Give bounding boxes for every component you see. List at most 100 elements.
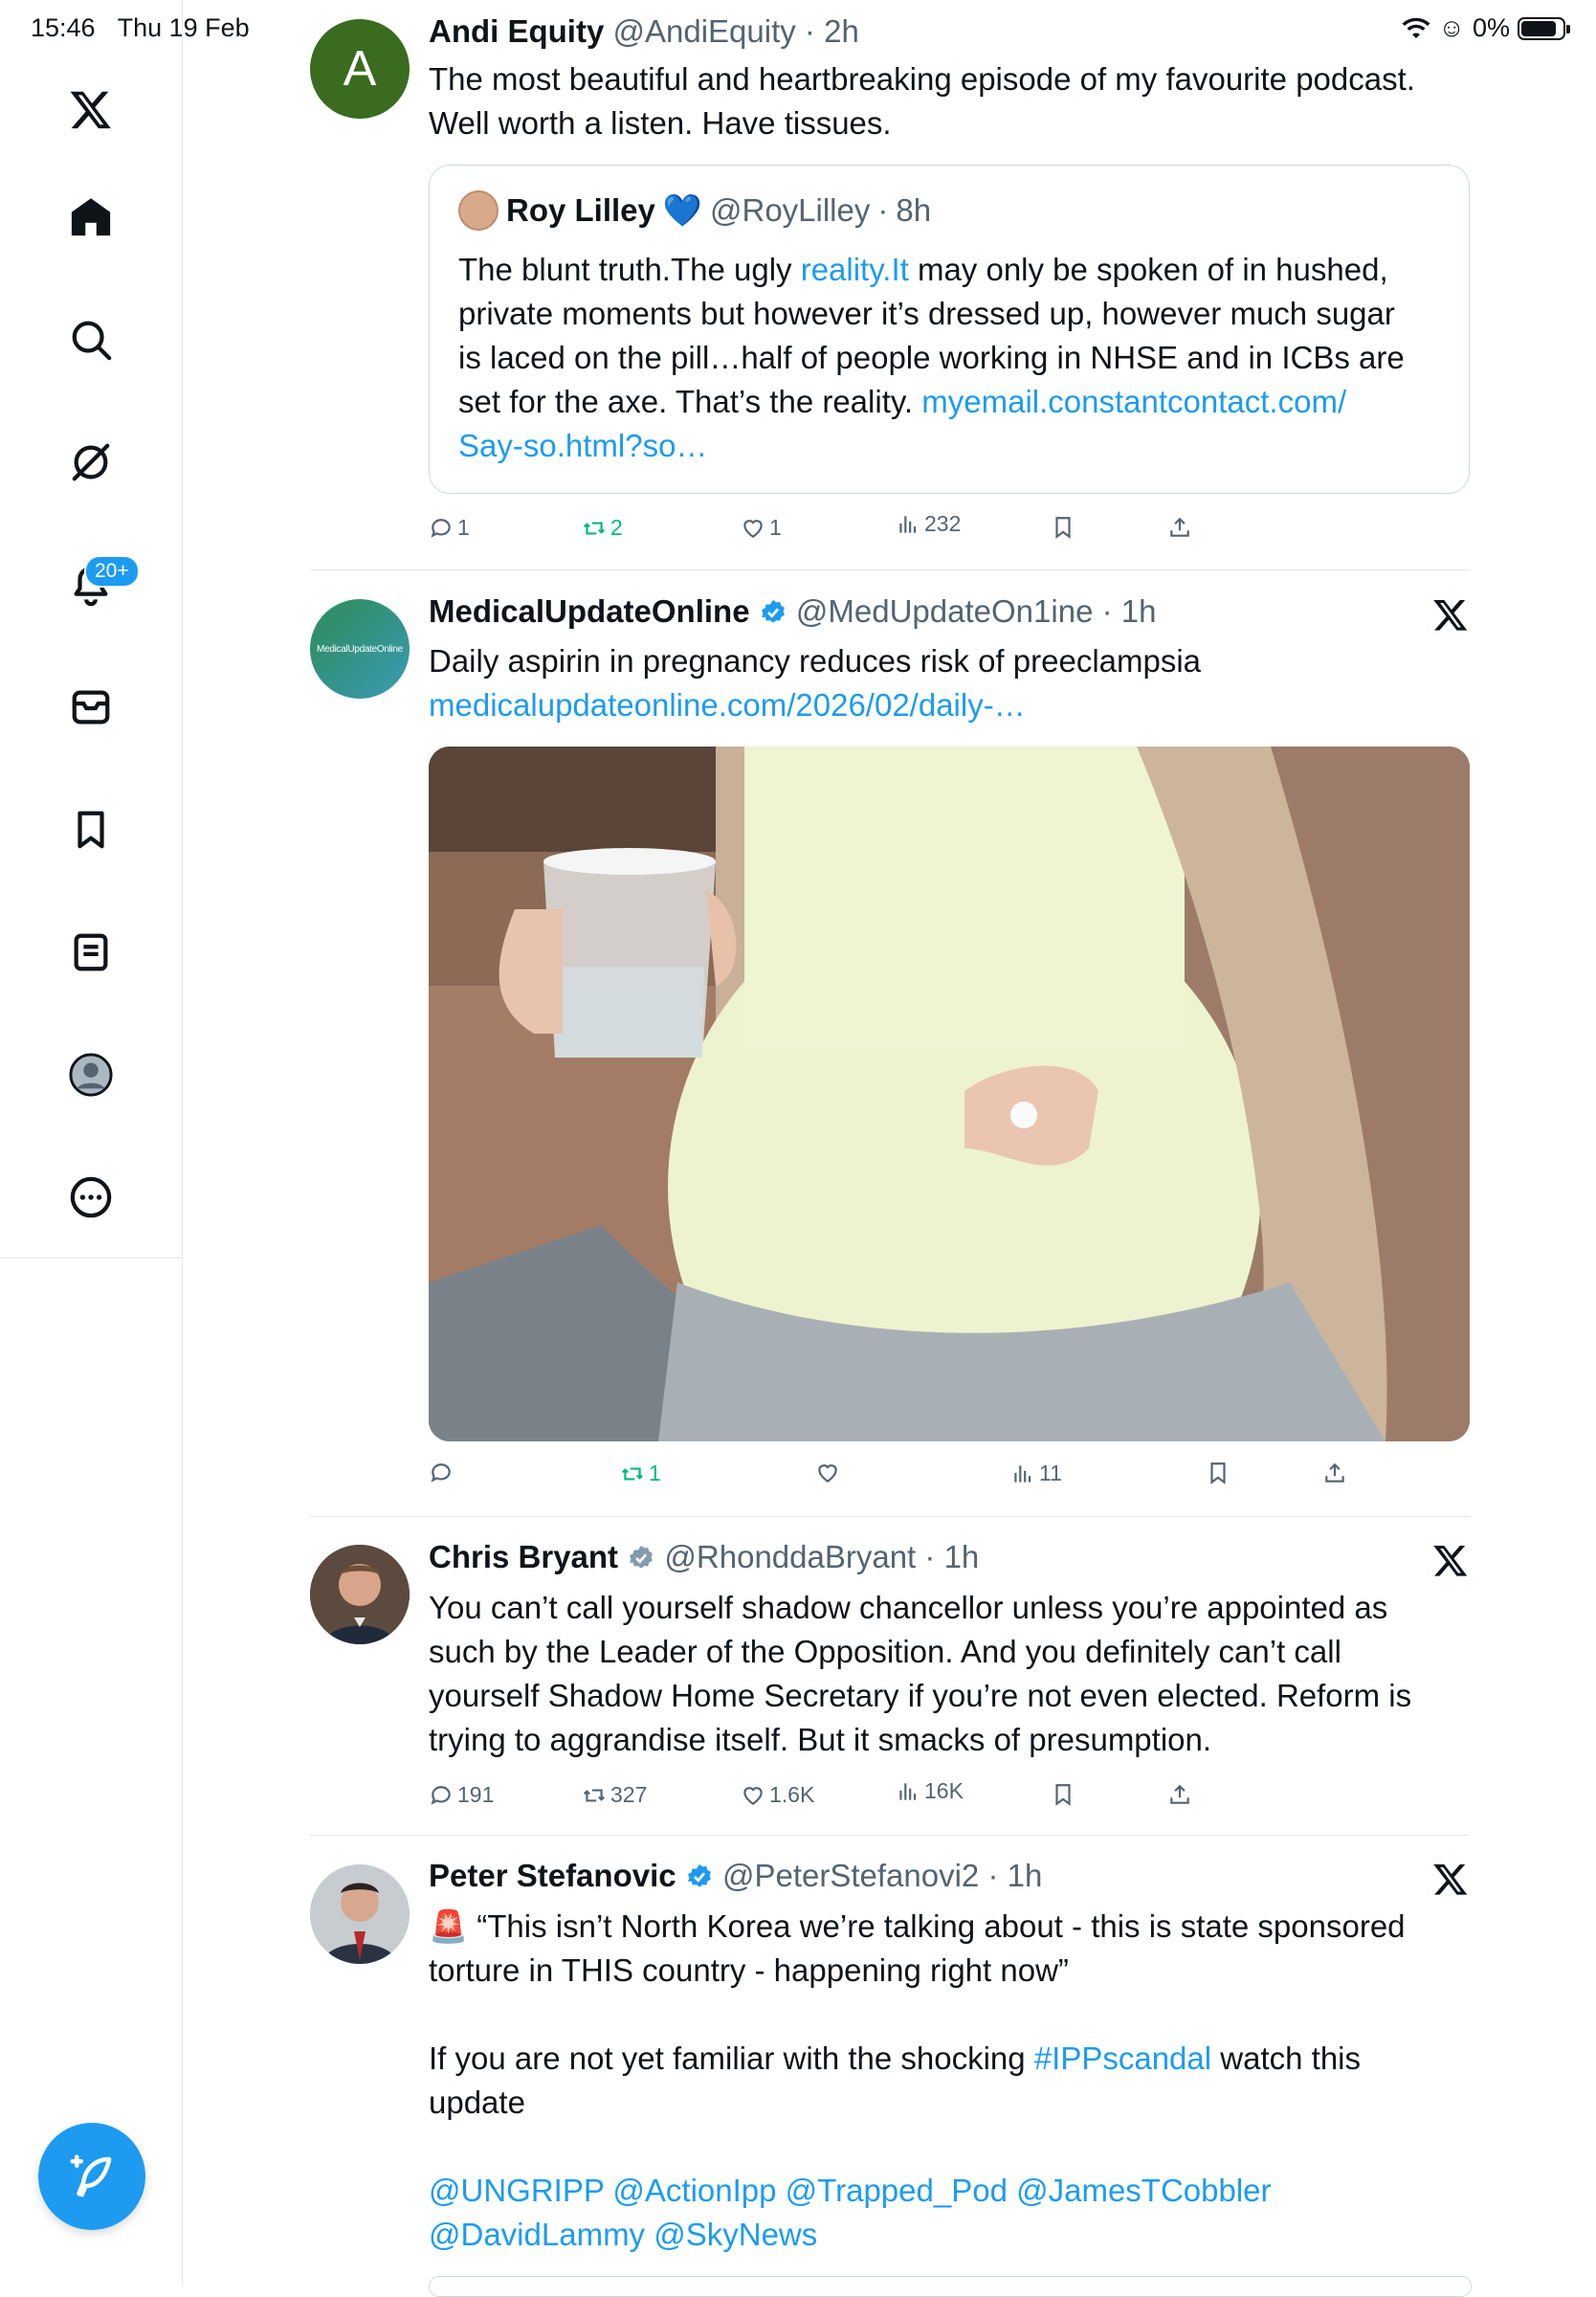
- views-chart-icon: [1014, 1464, 1031, 1483]
- tweet-avatar[interactable]: A: [310, 19, 410, 119]
- lists-icon[interactable]: [60, 922, 122, 983]
- bookmark-button[interactable]: [1206, 1461, 1230, 1485]
- bookmark-button[interactable]: [1051, 515, 1075, 540]
- share-button[interactable]: [1167, 1782, 1192, 1807]
- grok-x-icon[interactable]: [1432, 1861, 1469, 1902]
- tweet-image-pregnant-woman[interactable]: [429, 747, 1470, 1441]
- profile-avatar-icon[interactable]: [60, 1044, 122, 1105]
- search-icon[interactable]: [60, 309, 122, 370]
- tweet-header: Andi Equity @AndiEquity · 2h: [429, 13, 859, 50]
- grok-x-icon[interactable]: [1432, 596, 1469, 637]
- share-button[interactable]: [1167, 515, 1192, 540]
- messages-icon[interactable]: [60, 677, 122, 738]
- mentions-line[interactable]: @UNGRIPP @ActionIpp @Trapped_Pod @JamesT…: [429, 2169, 1406, 2213]
- dot-separator: ·: [916, 1539, 944, 1574]
- author-name[interactable]: MedicalUpdateOnline: [429, 593, 750, 629]
- sidebar: 20+: [0, 0, 183, 2286]
- tweet-embed-card[interactable]: [429, 2276, 1472, 2297]
- like-button[interactable]: 1.6K: [741, 1782, 814, 1808]
- verified-badge-icon: [630, 1545, 654, 1569]
- bookmark-icon: [1055, 1784, 1071, 1806]
- bookmarks-icon[interactable]: [60, 799, 122, 860]
- author-name[interactable]: Chris Bryant: [429, 1539, 618, 1574]
- sidebar-divider: [0, 1258, 183, 1259]
- bookmark-icon: [1210, 1462, 1226, 1484]
- quote-url-link[interactable]: myemail.constantcontact.com/: [921, 384, 1346, 419]
- author-handle[interactable]: @AndiEquity: [613, 13, 796, 49]
- tweet-avatar[interactable]: MedicalUpdateOnline: [310, 599, 410, 699]
- mentions-line[interactable]: @DavidLammy @SkyNews: [429, 2213, 1406, 2257]
- grok-icon[interactable]: [60, 432, 122, 493]
- quote-header: Roy Lilley 💙 @RoyLilley · 8h: [458, 190, 931, 231]
- repost-button[interactable]: 327: [582, 1782, 647, 1808]
- dot-separator: ·: [877, 192, 889, 228]
- like-count: 1.6K: [769, 1782, 815, 1807]
- tweet-text-segment: watch this: [1211, 2041, 1362, 2076]
- like-button[interactable]: [815, 1461, 844, 1485]
- views-button[interactable]: 232: [896, 511, 961, 537]
- author-handle[interactable]: @RhonddaBryant: [664, 1539, 916, 1574]
- tweet-text: You can’t call yourself shadow chancello…: [429, 1586, 1411, 1762]
- bookmark-button[interactable]: [1051, 1782, 1075, 1807]
- focus-icon: ☺: [1438, 13, 1465, 42]
- x-logo-icon[interactable]: [60, 78, 122, 140]
- repost-count: 1: [649, 1461, 661, 1485]
- quoted-tweet[interactable]: Roy Lilley 💙 @RoyLilley · 8h The blunt tru…: [429, 165, 1470, 494]
- views-chart-icon: [899, 515, 917, 533]
- grok-x-icon[interactable]: [1432, 1542, 1469, 1583]
- tweet-actions: 191 327 1.6K 16K: [429, 1778, 1470, 1820]
- avatar-photo: [310, 1545, 410, 1644]
- battery-fill: [1521, 20, 1556, 36]
- reply-count: 1: [457, 515, 470, 540]
- author-name[interactable]: Peter Stefanovic: [429, 1858, 676, 1893]
- tweet-avatar[interactable]: [310, 1545, 410, 1644]
- heart-icon: [743, 1786, 763, 1805]
- author-name[interactable]: Andi Equity: [429, 13, 604, 49]
- more-icon[interactable]: [60, 1167, 122, 1228]
- quote-time: 8h: [896, 192, 932, 228]
- tweet-text-line: Daily aspirin in pregnancy reduces risk …: [429, 643, 1202, 679]
- reply-button[interactable]: 191: [429, 1782, 494, 1808]
- compose-post-button[interactable]: [38, 2123, 145, 2230]
- tweet-time[interactable]: 2h: [824, 13, 859, 49]
- views-button[interactable]: 11: [1010, 1461, 1062, 1486]
- tweet-text-line: such by the Leader of the Opposition. An…: [429, 1634, 1341, 1669]
- repost-count: 2: [610, 515, 623, 540]
- views-count: 232: [924, 511, 962, 536]
- like-button[interactable]: 1: [741, 515, 782, 541]
- tweet-header: Chris Bryant @RhonddaBryant · 1h: [429, 1539, 979, 1575]
- share-button[interactable]: [1322, 1461, 1347, 1485]
- repost-button[interactable]: 2: [582, 515, 623, 541]
- quote-text: The blunt truth.The ugly reality.It may …: [458, 248, 1405, 468]
- tweet-text-line: Well worth a listen. Have tissues.: [429, 105, 892, 141]
- views-button[interactable]: 16K: [896, 1778, 964, 1804]
- reply-button[interactable]: [429, 1461, 457, 1485]
- hashtag-link[interactable]: #IPPscandal: [1034, 2041, 1211, 2076]
- quote-url-link-cont[interactable]: Say-so.html?so…: [458, 424, 1405, 468]
- quote-link[interactable]: reality.It: [801, 252, 909, 287]
- verified-badge-icon: [687, 1863, 711, 1887]
- tweet-actions: 1 11: [429, 1461, 1470, 1499]
- verified-badge-icon: [761, 599, 785, 623]
- battery-percent: 0%: [1472, 13, 1510, 42]
- author-handle[interactable]: @MedUpdateOn1ine: [796, 593, 1094, 629]
- like-count: 1: [769, 515, 782, 540]
- status-bar-right: ☺ 0%: [1402, 13, 1570, 43]
- tweet-text-line: trying to aggrandise itself. But it smac…: [429, 1722, 1212, 1757]
- quote-author-name: Roy Lilley: [506, 192, 655, 228]
- repost-button[interactable]: 1: [620, 1461, 661, 1486]
- tweet-text-line: update: [429, 2085, 525, 2120]
- tweet-time[interactable]: 1h: [1121, 593, 1157, 629]
- tweet-avatar[interactable]: [310, 1864, 410, 1964]
- siren-emoji: 🚨: [429, 1908, 469, 1944]
- reply-button[interactable]: 1: [429, 515, 470, 541]
- tweet-time[interactable]: 1h: [1008, 1858, 1043, 1893]
- tweet-text-segment: “This isn’t North Korea we’re talking ab…: [468, 1908, 1406, 1944]
- repost-count: 327: [610, 1782, 648, 1807]
- tweet-time[interactable]: 1h: [944, 1539, 980, 1574]
- tweet-link[interactable]: medicalupdateonline.com/2026/02/daily-…: [429, 683, 1201, 727]
- tweet-text-line: torture in THIS country - happening righ…: [429, 1952, 1069, 1988]
- home-icon[interactable]: [60, 187, 122, 248]
- author-handle[interactable]: @PeterStefanovi2: [722, 1858, 979, 1893]
- heart-icon: [743, 519, 763, 538]
